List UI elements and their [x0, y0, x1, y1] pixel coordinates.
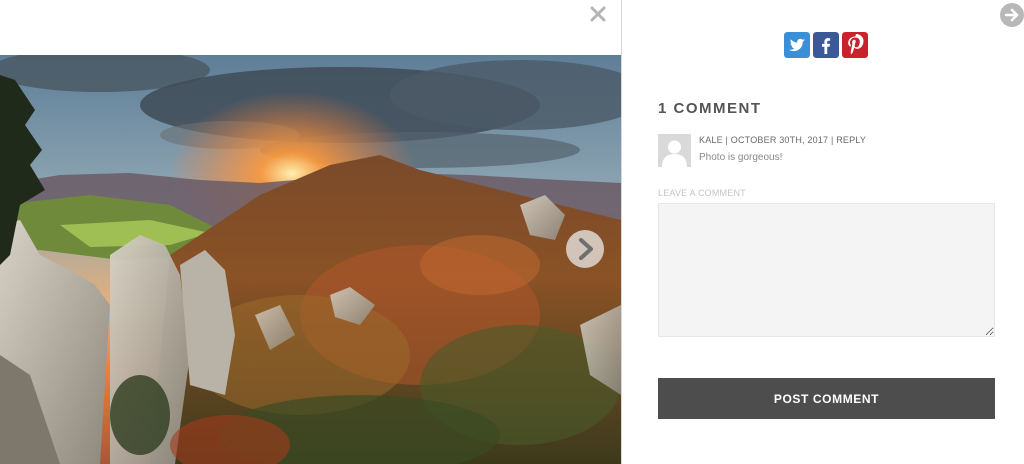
- reply-link[interactable]: REPLY: [836, 135, 866, 145]
- leave-comment-label: LEAVE A COMMENT: [658, 188, 746, 198]
- comments-heading: 1 COMMENT: [658, 100, 762, 117]
- arrow-right-circle-icon: [1004, 8, 1019, 22]
- close-icon: [590, 6, 606, 22]
- photo-viewer: [0, 0, 621, 464]
- twitter-icon[interactable]: [784, 32, 810, 58]
- next-image-button[interactable]: [566, 230, 604, 268]
- avatar: [658, 134, 691, 167]
- comment-date-link[interactable]: OCTOBER 30TH, 2017: [731, 135, 828, 145]
- comment-meta: KALE | OCTOBER 30TH, 2017 | REPLY: [699, 135, 866, 145]
- post-comment-button[interactable]: POST COMMENT: [658, 378, 995, 419]
- share-buttons: [784, 32, 868, 58]
- pinterest-icon[interactable]: [842, 32, 868, 58]
- meta-separator: |: [722, 135, 731, 145]
- next-post-button[interactable]: [1000, 3, 1024, 27]
- landscape-photo: [0, 55, 621, 464]
- comment-text: Photo is gorgeous!: [699, 152, 783, 163]
- comment-textarea[interactable]: [658, 203, 995, 337]
- chevron-right-icon: [579, 238, 593, 260]
- facebook-icon[interactable]: [813, 32, 839, 58]
- comment-author-link[interactable]: KALE: [699, 135, 723, 145]
- close-button[interactable]: [588, 4, 608, 24]
- comments-sidebar: 1 COMMENT KALE | OCTOBER 30TH, 2017 | RE…: [622, 0, 1024, 464]
- user-silhouette-icon: [658, 134, 691, 167]
